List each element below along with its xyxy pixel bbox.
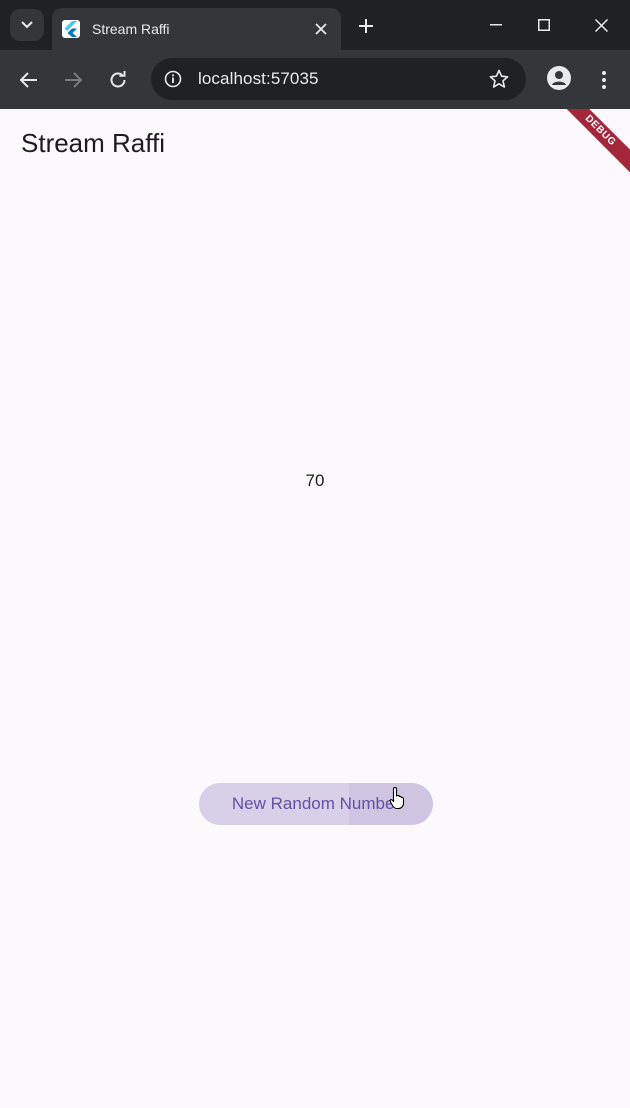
close-icon <box>315 23 327 35</box>
tab-search-button[interactable] <box>10 9 44 41</box>
address-bar[interactable]: localhost:57035 <box>151 58 526 100</box>
debug-banner: DEBUG <box>551 109 630 180</box>
bookmark-button[interactable] <box>488 68 510 90</box>
reload-button[interactable] <box>102 64 134 96</box>
profile-button[interactable] <box>545 64 573 92</box>
forward-arrow-icon <box>65 72 82 88</box>
profile-icon <box>547 66 571 90</box>
hand-cursor-icon <box>389 786 405 810</box>
tab-title: Stream Raffi <box>92 21 170 37</box>
url-text: localhost:57035 <box>198 69 319 88</box>
new-tab-button[interactable] <box>352 12 380 40</box>
site-info-button[interactable] <box>161 67 185 91</box>
minimize-button[interactable] <box>473 8 519 42</box>
close-icon <box>594 18 608 32</box>
back-arrow-icon <box>20 72 37 88</box>
tab-close-button[interactable] <box>307 15 335 43</box>
forward-button[interactable] <box>57 64 89 96</box>
browser-menu-button[interactable] <box>592 64 616 96</box>
chevron-down-icon <box>21 21 33 29</box>
maximize-icon <box>538 19 550 31</box>
browser-tabstrip: Stream Raffi <box>0 0 630 50</box>
browser-tab[interactable]: Stream Raffi <box>52 8 341 50</box>
flutter-icon <box>62 20 80 38</box>
random-number-display: 70 <box>305 471 325 490</box>
reload-icon <box>110 71 126 88</box>
window-close-button[interactable] <box>578 8 624 42</box>
plus-icon <box>359 19 373 33</box>
back-button[interactable] <box>13 64 45 96</box>
button-label: New Random Number <box>231 794 401 813</box>
maximize-button[interactable] <box>521 8 567 42</box>
star-icon <box>489 69 509 88</box>
app-bar-title: Stream Raffi <box>21 128 166 158</box>
info-icon <box>164 70 182 88</box>
app-page: Stream Raffi DEBUG 70 New Random Number <box>0 109 630 1108</box>
minimize-icon <box>490 24 502 26</box>
browser-toolbar: localhost:57035 <box>0 50 630 109</box>
kebab-menu-icon <box>602 71 606 89</box>
